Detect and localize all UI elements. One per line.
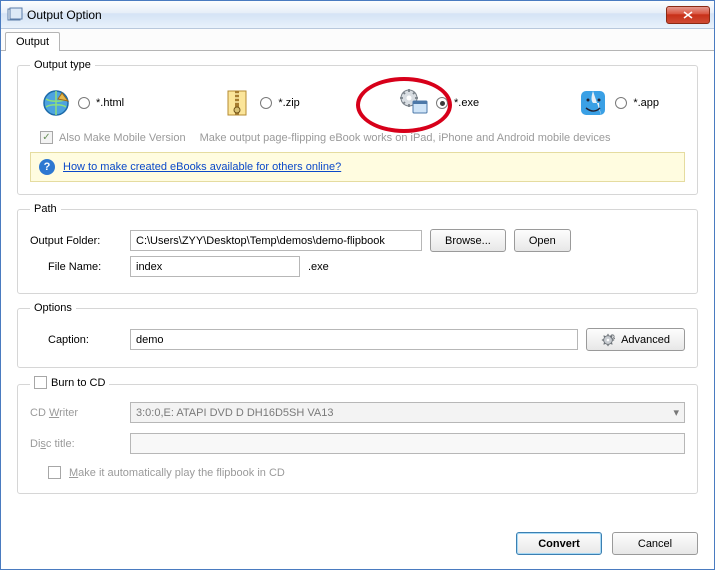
browse-button[interactable]: Browse... (430, 229, 506, 252)
mobile-checkbox[interactable]: ✓ (40, 131, 53, 144)
output-option-dialog: Output Option Output Output type *.html … (0, 0, 715, 570)
titlebar[interactable]: Output Option (1, 1, 714, 29)
cd-writer-combo[interactable]: 3:0:0,E: ATAPI DVD D DH16D5SH VA13 ▾ (130, 402, 685, 423)
disc-title-label: Disc title: (30, 438, 122, 450)
caption-input[interactable] (130, 329, 578, 350)
autoplay-checkbox[interactable] (48, 466, 61, 479)
cd-writer-value: 3:0:0,E: ATAPI DVD D DH16D5SH VA13 (136, 407, 333, 419)
mobile-hint: Make output page-flipping eBook works on… (200, 132, 611, 144)
options-legend: Options (30, 302, 76, 314)
burn-group: Burn to CD CD Writer 3:0:0,E: ATAPI DVD … (17, 376, 698, 494)
exe-icon (398, 87, 430, 119)
convert-button[interactable]: Convert (516, 532, 602, 555)
advanced-button[interactable]: Advanced (586, 328, 685, 351)
open-button[interactable]: Open (514, 229, 571, 252)
browse-button-label: Browse... (445, 235, 491, 247)
type-app[interactable]: *.app (577, 87, 659, 119)
type-html-label: *.html (96, 97, 124, 109)
finder-icon (577, 87, 609, 119)
cancel-button-label: Cancel (638, 538, 672, 550)
mobile-checkbox-label: Also Make Mobile Version (59, 132, 186, 144)
type-html[interactable]: *.html (40, 87, 124, 119)
close-button[interactable] (666, 6, 710, 24)
radio-zip[interactable] (260, 97, 272, 109)
burn-checkbox[interactable] (34, 376, 47, 389)
chevron-down-icon: ▾ (673, 406, 679, 419)
window-title: Output Option (27, 8, 666, 22)
cancel-button[interactable]: Cancel (612, 532, 698, 555)
filename-label: File Name: (30, 261, 122, 273)
filename-input[interactable] (130, 256, 300, 277)
tab-output[interactable]: Output (5, 32, 60, 51)
type-app-label: *.app (633, 97, 659, 109)
type-zip-label: *.zip (278, 97, 299, 109)
tab-strip: Output (1, 29, 714, 51)
caption-label: Caption: (30, 334, 122, 346)
globe-icon (40, 87, 72, 119)
output-type-legend: Output type (30, 59, 95, 71)
disc-title-input (130, 433, 685, 454)
options-group: Options Caption: Advanced (17, 302, 698, 368)
autoplay-label: Make it automatically play the flipbook … (69, 467, 285, 479)
help-link[interactable]: How to make created eBooks available for… (63, 161, 341, 173)
radio-html[interactable] (78, 97, 90, 109)
output-folder-input[interactable] (130, 230, 422, 251)
burn-legend: Burn to CD (30, 376, 109, 392)
app-icon (7, 7, 23, 23)
convert-button-label: Convert (538, 538, 580, 550)
radio-app[interactable] (615, 97, 627, 109)
gear-icon (601, 333, 615, 347)
output-folder-label: Output Folder: (30, 235, 122, 247)
open-button-label: Open (529, 235, 556, 247)
cd-writer-label: CD Writer (30, 407, 122, 419)
output-type-group: Output type *.html *.zip *.exe (17, 59, 698, 195)
advanced-button-label: Advanced (621, 334, 670, 346)
path-group: Path Output Folder: Browse... Open File … (17, 203, 698, 294)
type-exe-label: *.exe (454, 97, 479, 109)
radio-exe[interactable] (436, 97, 448, 109)
type-exe[interactable]: *.exe (398, 87, 479, 119)
dialog-footer: Convert Cancel (1, 522, 714, 569)
zip-icon (222, 87, 254, 119)
path-legend: Path (30, 203, 61, 215)
type-zip[interactable]: *.zip (222, 87, 299, 119)
file-ext: .exe (308, 261, 329, 273)
dialog-body: Output type *.html *.zip *.exe (1, 51, 714, 522)
info-bar: ? How to make created eBooks available f… (30, 152, 685, 182)
burn-label: Burn to CD (51, 377, 105, 389)
help-icon: ? (39, 159, 55, 175)
